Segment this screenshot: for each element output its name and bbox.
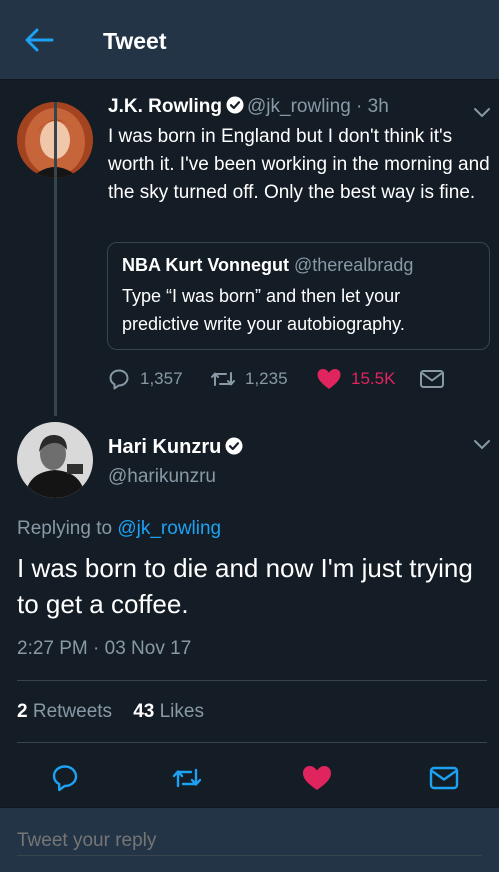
reply-input[interactable]: [17, 826, 482, 856]
reply-composer-bar: [0, 807, 499, 872]
likes-stat[interactable]: 43 Likes: [133, 701, 204, 722]
quoted-tweet[interactable]: NBA Kurt Vonnegut @therealbradg Type “I …: [107, 242, 490, 350]
like-count: 15.5K: [351, 369, 396, 388]
page-title: Tweet: [103, 28, 167, 54]
retweet-count: 1,235: [245, 369, 288, 388]
replying-to-line: Replying to @jk_rowling: [17, 518, 221, 540]
replying-to-mention-link[interactable]: @jk_rowling: [117, 518, 221, 539]
retweet-icon[interactable]: [171, 764, 203, 792]
author-name[interactable]: J.K. Rowling: [108, 96, 222, 117]
retweet-icon: [211, 372, 235, 386]
author-handle[interactable]: @harikunzru: [108, 466, 216, 488]
divider: [17, 680, 487, 681]
engagement-stats: 2 Retweets 43 Likes: [17, 701, 204, 723]
main-tweet-actions: [0, 760, 499, 794]
parent-tweet-header: J.K. Rowling @jk_rowling · 3h: [108, 96, 389, 118]
retweet-button[interactable]: 1,235: [210, 366, 288, 392]
reply-icon[interactable]: [49, 764, 81, 792]
envelope-icon[interactable]: [428, 764, 460, 792]
direct-message-button[interactable]: [419, 366, 445, 392]
reply-count: 1,357: [140, 369, 183, 388]
quoted-author-name: NBA Kurt Vonnegut: [122, 255, 289, 275]
main-tweet-text: I was born to die and now I'm just tryin…: [17, 553, 473, 619]
retweet-total: 2: [17, 701, 28, 722]
heart-filled-icon: [317, 369, 341, 389]
thread-connector-line: [54, 102, 57, 416]
tweet-timestamp: 2:27 PM · 03 Nov 17: [17, 638, 192, 659]
chevron-down-icon[interactable]: [473, 106, 491, 118]
parent-tweet-actions: 1,357 1,235 15.5K: [107, 366, 487, 392]
likes-label: Likes: [159, 701, 204, 722]
quoted-author-handle: @therealbradg: [294, 255, 414, 275]
like-button[interactable]: 15.5K: [316, 366, 395, 392]
quoted-tweet-header: NBA Kurt Vonnegut @therealbradg: [122, 255, 413, 276]
verified-badge-icon: [226, 96, 244, 114]
chevron-down-icon[interactable]: [473, 438, 491, 450]
author-name[interactable]: Hari Kunzru: [108, 436, 221, 458]
retweets-stat[interactable]: 2 Retweets: [17, 701, 112, 722]
retweets-label: Retweets: [32, 701, 113, 722]
replying-to-label: Replying to: [17, 518, 113, 539]
heart-filled-icon[interactable]: [301, 764, 333, 792]
main-author-name-row: Hari Kunzru: [108, 436, 246, 459]
parent-tweet[interactable]: J.K. Rowling @jk_rowling · 3h I was born …: [0, 82, 499, 402]
envelope-icon: [420, 370, 444, 388]
tweet-text: I was born in England but I don't think …: [108, 126, 490, 203]
back-arrow-icon[interactable]: [24, 27, 54, 53]
quoted-tweet-text: Type “I was born” and then let your pred…: [122, 286, 405, 334]
like-total: 43: [133, 701, 155, 722]
tweet-page: Tweet J.K. Rowling @jk_rowling · 3h I was…: [0, 0, 499, 872]
top-bar: Tweet: [0, 0, 499, 80]
divider: [17, 742, 487, 743]
author-handle-time: @jk_rowling · 3h: [247, 96, 389, 117]
reply-button[interactable]: 1,357: [107, 366, 183, 392]
avatar-hari-kunzru[interactable]: [17, 422, 93, 498]
reply-icon: [109, 369, 129, 390]
verified-badge-icon: [225, 437, 243, 455]
